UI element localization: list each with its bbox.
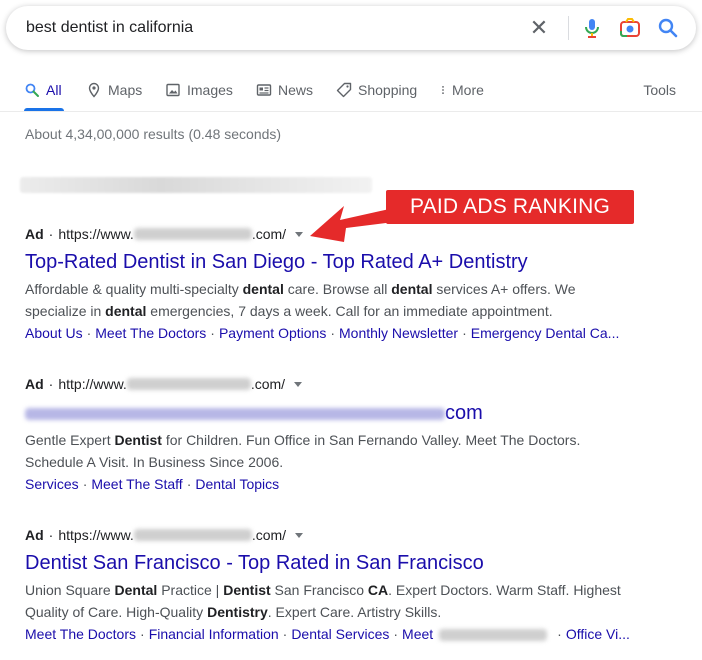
snippet-text: Union Square [25, 582, 115, 598]
tab-label: Images [187, 82, 233, 98]
sitelink[interactable]: Emergency Dental Ca... [471, 325, 620, 341]
google-lens-icon[interactable] [618, 16, 642, 40]
snippet-text: San Francisco [270, 582, 368, 598]
redacted-title [25, 407, 445, 420]
redacted-bar [20, 177, 372, 193]
tab-shopping[interactable]: Shopping [336, 82, 417, 98]
sitelink[interactable]: Office Vi... [566, 626, 630, 642]
snippet-text: Practice | [157, 582, 224, 598]
sitelink[interactable]: Meet The Staff [91, 476, 182, 492]
sitelink[interactable]: Meet The Doctors [25, 626, 136, 642]
sitelink[interactable]: Payment Options [219, 325, 326, 341]
divider [0, 111, 702, 112]
separator-dot: · [48, 226, 54, 242]
separator-dot: · [48, 376, 54, 392]
more-vert-icon [442, 86, 444, 94]
ad-label: Ad [25, 226, 44, 242]
snippet-bold: dental [242, 281, 284, 297]
tab-maps[interactable]: Maps [86, 82, 142, 98]
redacted-sitelink [439, 629, 548, 642]
tab-more[interactable]: More [438, 82, 484, 98]
sitelinks: Services · Meet The Staff · Dental Topics [25, 476, 280, 492]
tab-images[interactable]: Images [165, 82, 233, 98]
sitelink[interactable]: Dental Services [291, 626, 389, 642]
result-stats: About 4,34,00,000 results (0.48 seconds) [25, 126, 282, 142]
sitelink[interactable]: Meet [402, 626, 433, 642]
snippet-bold: CA [367, 582, 389, 598]
url-prefix: https://www. [58, 226, 134, 242]
sitelink[interactable]: Dental Topics [195, 476, 279, 492]
snippet-bold: Dentist [114, 432, 162, 448]
snippet-bold: Dental [114, 582, 158, 598]
url-suffix: .com/ [251, 527, 287, 543]
sitelink[interactable]: Financial Information [149, 626, 279, 642]
sitelinks: Meet The Doctors · Financial Information · D… [25, 626, 630, 642]
sitelink[interactable]: About Us [25, 325, 83, 341]
tab-label: News [278, 82, 314, 98]
snippet-bold: dental [391, 281, 433, 297]
search-query[interactable]: best dentist in california [26, 19, 193, 37]
sitelink[interactable]: Services [25, 476, 79, 492]
ad-url-line[interactable]: Ad · http://www. .com/ [25, 376, 303, 392]
result-snippet: Union Square Dental Practice | Dentist S… [25, 579, 625, 623]
dropdown-caret-icon[interactable] [294, 381, 303, 387]
snippet-text: care. Browse all [283, 281, 392, 297]
sitelink[interactable]: Monthly Newsletter [339, 325, 458, 341]
snippet-text: Affordable & quality multi-specialty [25, 281, 243, 297]
image-icon [166, 83, 180, 97]
title-suffix: com [445, 402, 483, 424]
dropdown-caret-icon[interactable] [295, 532, 304, 538]
microphone-icon[interactable] [580, 16, 604, 40]
snippet-bold: dental [105, 303, 147, 319]
result-snippet: Gentle Expert Dentist for Children. Fun … [25, 429, 625, 473]
clear-icon[interactable]: ✕ [526, 15, 552, 41]
tab-all[interactable]: All [24, 82, 62, 98]
tab-label: Shopping [358, 82, 418, 98]
ad-url-line[interactable]: Ad · https://www. .com/ [25, 527, 304, 543]
snippet-bold: Dentistry [207, 604, 268, 620]
snippet-text: . Expert Care. Artistry Skills. [267, 604, 442, 620]
snippet-text: Gentle Expert [25, 432, 115, 448]
url-prefix: https://www. [58, 527, 134, 543]
tools-button[interactable]: Tools [643, 82, 676, 98]
redacted-domain [133, 529, 252, 541]
tab-label: More [452, 82, 484, 98]
sitelinks: About Us · Meet The Doctors · Payment Option… [25, 325, 620, 341]
url-prefix: http://www. [58, 376, 127, 392]
ad-url-line[interactable]: Ad · https://www. .com/ [25, 226, 304, 242]
tab-news[interactable]: News [256, 82, 313, 98]
snippet-text: emergencies, 7 days a week. Call for an … [146, 303, 553, 319]
url-suffix: .com/ [250, 376, 286, 392]
redacted-domain [126, 378, 251, 390]
snippet-bold: Dentist [223, 582, 271, 598]
separator-dot: · [48, 527, 54, 543]
search-box[interactable]: best dentist in california ✕ [6, 6, 696, 50]
result-title[interactable]: com [25, 402, 483, 425]
ad-label: Ad [25, 376, 44, 392]
url-suffix: .com/ [251, 226, 287, 242]
result-snippet: Affordable & quality multi-specialty den… [25, 278, 625, 322]
search-icon[interactable] [656, 16, 680, 40]
ad-label: Ad [25, 527, 44, 543]
map-pin-icon [88, 82, 100, 98]
result-title[interactable]: Dentist San Francisco - Top Rated in San… [25, 552, 484, 575]
tag-icon [336, 82, 352, 98]
callout-label: PAID ADS RANKING [386, 190, 634, 224]
tab-label: All [46, 82, 62, 98]
search-icon [25, 83, 39, 97]
dropdown-caret-icon[interactable] [295, 231, 304, 237]
redacted-domain [133, 228, 252, 240]
divider [568, 16, 569, 40]
sitelink[interactable]: Meet The Doctors [95, 325, 206, 341]
news-icon [256, 84, 272, 96]
result-title[interactable]: Top-Rated Dentist in San Diego - Top Rat… [25, 251, 528, 274]
arrow-icon [310, 206, 394, 242]
tab-label: Maps [108, 82, 143, 98]
